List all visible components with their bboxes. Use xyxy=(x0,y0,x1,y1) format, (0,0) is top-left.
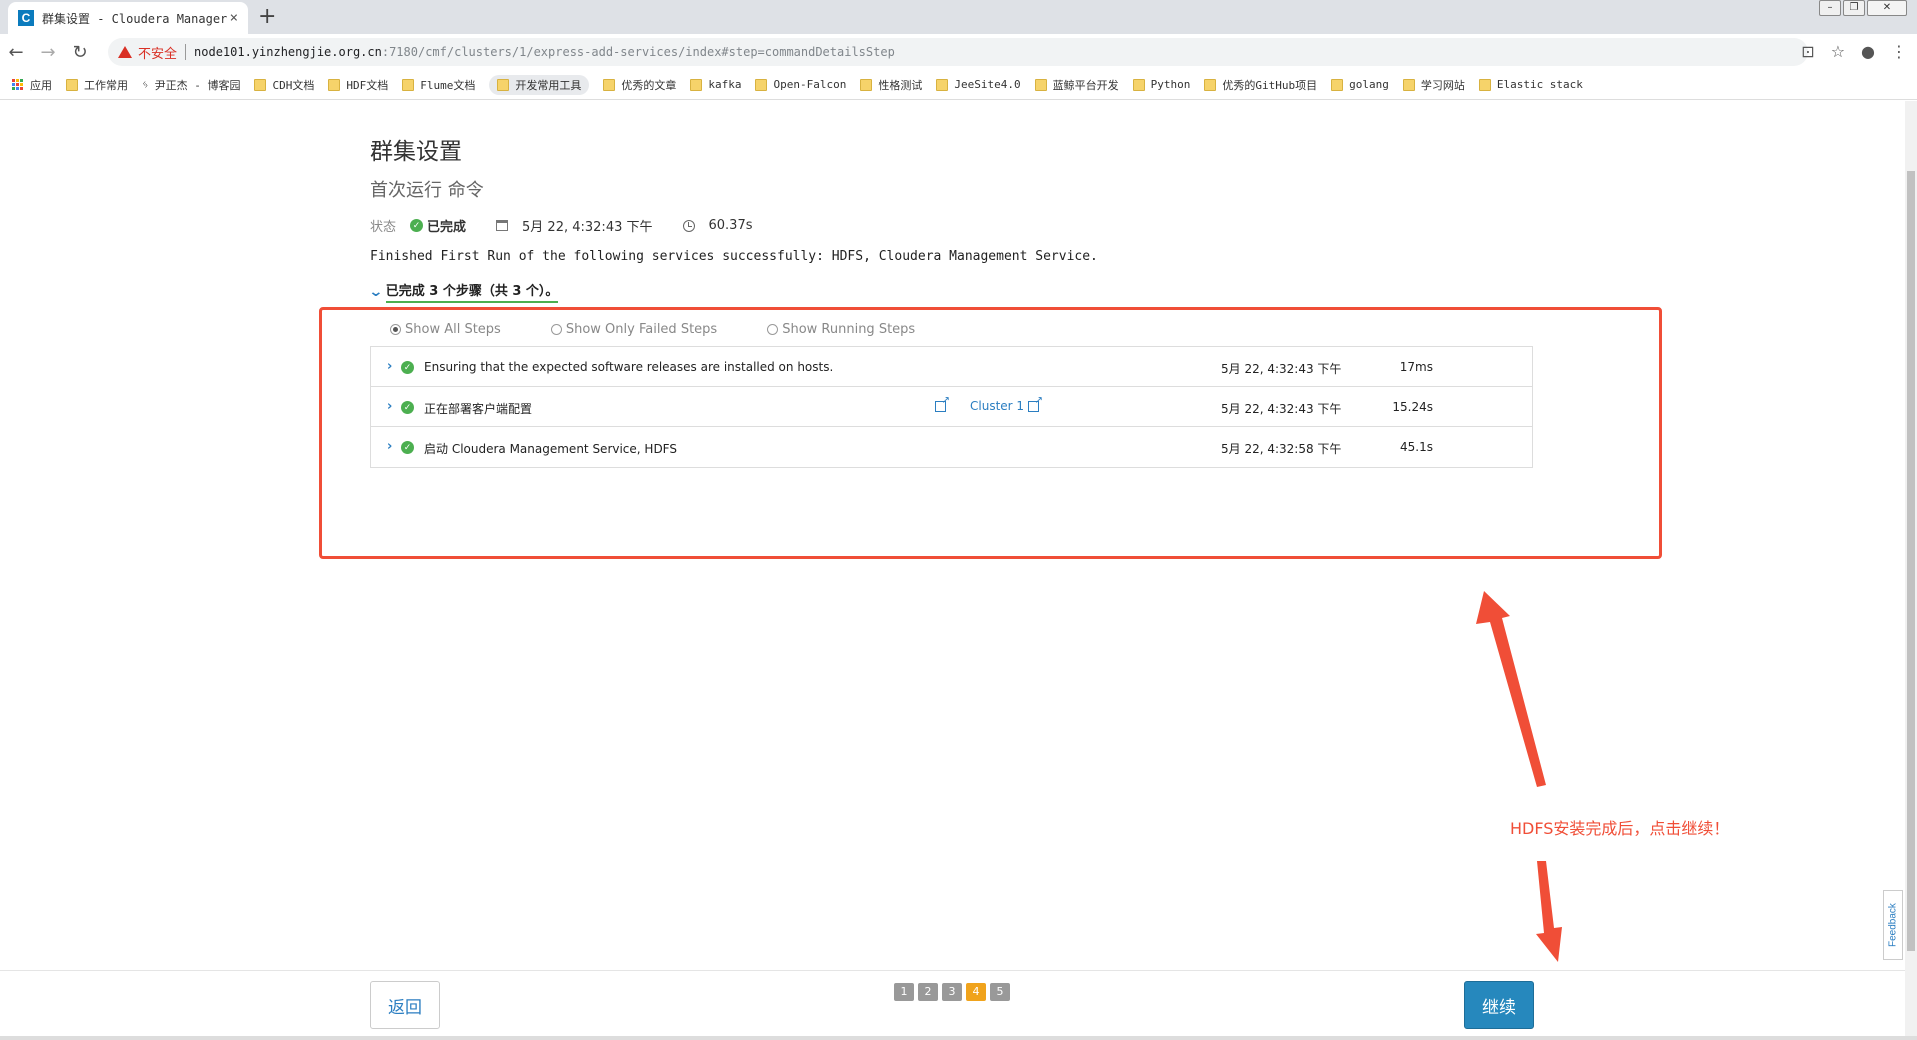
pager-step[interactable]: 5 xyxy=(990,983,1010,1001)
annotation-arrows xyxy=(1476,591,1562,962)
arrow-down-icon xyxy=(1536,861,1562,962)
bottom-strip xyxy=(0,1036,1917,1040)
arrow-up-icon xyxy=(1476,591,1546,787)
back-button[interactable]: 返回 xyxy=(370,981,440,1029)
continue-button[interactable]: 继续 xyxy=(1464,981,1534,1029)
pager-step[interactable]: 2 xyxy=(918,983,938,1001)
annotation-text: HDFS安装完成后，点击继续！ xyxy=(1510,819,1730,838)
pager-step[interactable]: 1 xyxy=(894,983,914,1001)
wizard-pager: 1 2 3 4 5 xyxy=(894,983,1010,1001)
wizard-footer: 返回 1 2 3 4 5 继续 xyxy=(0,970,1905,1040)
pager-step[interactable]: 3 xyxy=(942,983,962,1001)
pager-step-current[interactable]: 4 xyxy=(966,983,986,1001)
